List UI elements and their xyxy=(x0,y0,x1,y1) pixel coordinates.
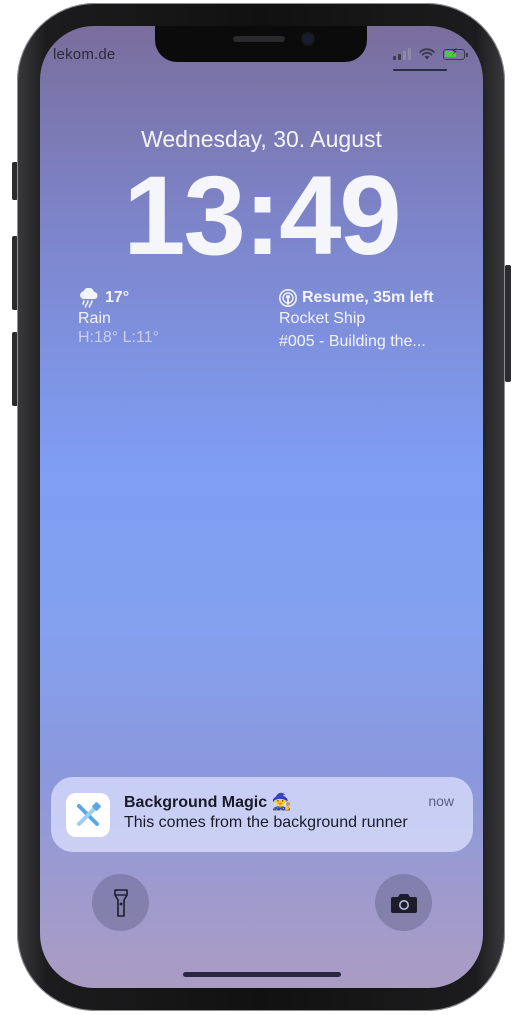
app-icon xyxy=(66,793,110,837)
lock-time: 13:49 xyxy=(123,153,401,278)
lock-screen: lekom.de ⚡ Wednesday, 30. August 13:49 1… xyxy=(40,26,483,988)
home-indicator[interactable] xyxy=(183,972,341,977)
podcast-icon xyxy=(279,289,297,307)
camera-button[interactable] xyxy=(375,874,432,931)
notification-time: now xyxy=(428,793,454,809)
lock-date: Wednesday, 30. August xyxy=(141,126,382,152)
podcast-status: Resume, 35m left xyxy=(302,289,434,306)
status-icons: ⚡ xyxy=(393,46,468,61)
notification-title: Background Magic 🧙 xyxy=(124,794,292,811)
side-button[interactable] xyxy=(505,265,511,382)
wifi-icon xyxy=(419,48,435,60)
notch xyxy=(155,26,367,62)
podcast-episode: #005 - Building the... xyxy=(279,333,426,350)
front-camera xyxy=(303,34,313,44)
flashlight-icon xyxy=(113,888,128,917)
podcast-show: Rocket Ship xyxy=(279,310,366,327)
camera-icon xyxy=(390,893,417,913)
tools-icon xyxy=(77,802,101,826)
podcast-widget[interactable]: Resume, 35m left Rocket Ship #005 - Buil… xyxy=(279,288,434,353)
weather-widget[interactable]: 17° Rain H:18° L:11° xyxy=(78,288,159,349)
speaker-grille xyxy=(233,36,285,42)
notification-body: This comes from the background runner xyxy=(124,814,408,831)
notification-banner[interactable]: Background Magic 🧙 This comes from the b… xyxy=(51,777,473,852)
cloud-rain-icon xyxy=(80,288,98,308)
charging-icon: ⚡ xyxy=(451,46,459,58)
battery-icon: ⚡ xyxy=(443,46,468,60)
weather-range: H:18° L:11° xyxy=(78,329,159,346)
cellular-signal-icon xyxy=(393,48,411,60)
flashlight-button[interactable] xyxy=(92,874,149,931)
status-indicator-line xyxy=(393,69,447,71)
weather-temperature: 17° xyxy=(105,289,130,306)
carrier-label: lekom.de xyxy=(53,46,116,63)
